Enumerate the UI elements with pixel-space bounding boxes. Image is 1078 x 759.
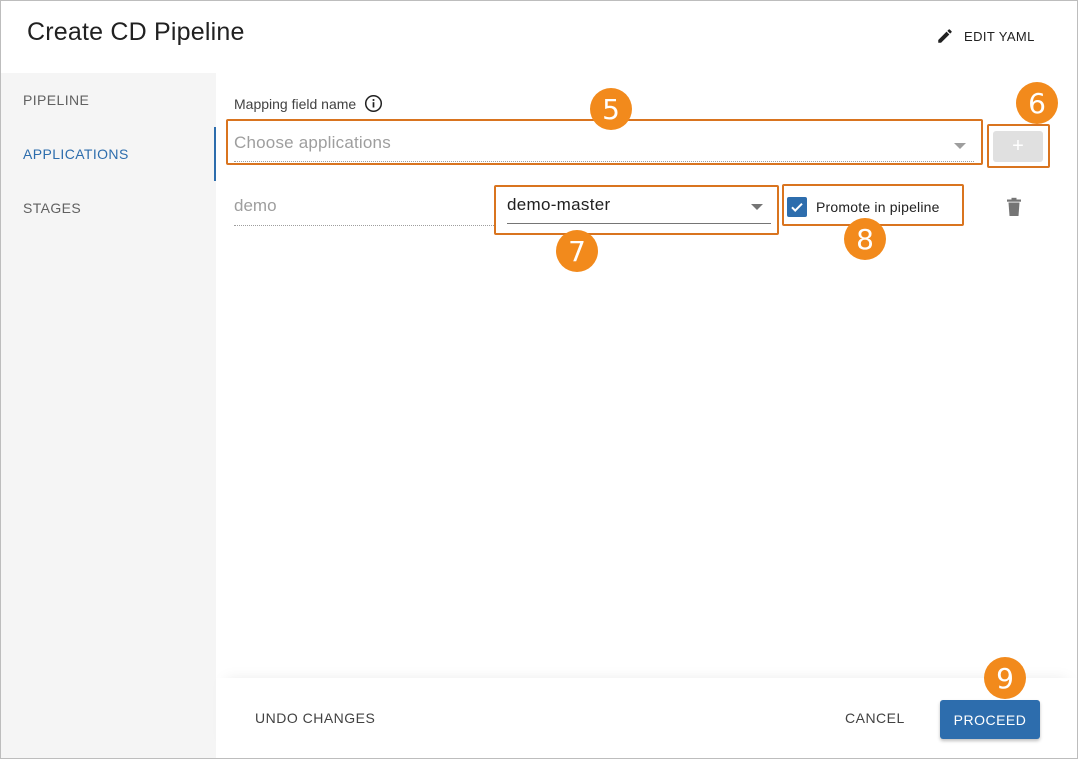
dialog-footer: UNDO CHANGES CANCEL PROCEED — [216, 678, 1077, 758]
callout-badge-7: 7 — [556, 230, 598, 272]
callout-badge-6: 6 — [1016, 82, 1058, 124]
edit-yaml-button[interactable]: EDIT YAML — [936, 26, 1035, 46]
callout-6-box — [987, 124, 1050, 168]
undo-changes-button[interactable]: UNDO CHANGES — [255, 710, 375, 726]
callout-badge-5: 5 — [590, 88, 632, 130]
trash-icon[interactable] — [1006, 197, 1022, 217]
mapping-field-label-text: Mapping field name — [234, 95, 357, 112]
application-name-field: demo — [234, 194, 494, 226]
callout-badge-8: 8 — [844, 218, 886, 260]
cancel-button[interactable]: CANCEL — [845, 710, 905, 726]
pencil-icon — [938, 29, 952, 43]
sidebar-item-applications[interactable]: APPLICATIONS — [1, 127, 216, 181]
proceed-button[interactable]: PROCEED — [940, 700, 1040, 739]
sidebar-item-pipeline[interactable]: PIPELINE — [1, 73, 216, 127]
sidebar-item-stages[interactable]: STAGES — [1, 181, 216, 235]
edit-yaml-label: EDIT YAML — [964, 28, 1035, 44]
sidebar: PIPELINE APPLICATIONS STAGES — [1, 73, 216, 758]
mapping-field-label: Mapping field name — [234, 94, 383, 113]
callout-badge-9: 9 — [984, 657, 1026, 699]
callout-7-box — [494, 185, 779, 235]
dialog-title: Create CD Pipeline — [27, 18, 245, 46]
info-icon[interactable] — [364, 94, 383, 113]
